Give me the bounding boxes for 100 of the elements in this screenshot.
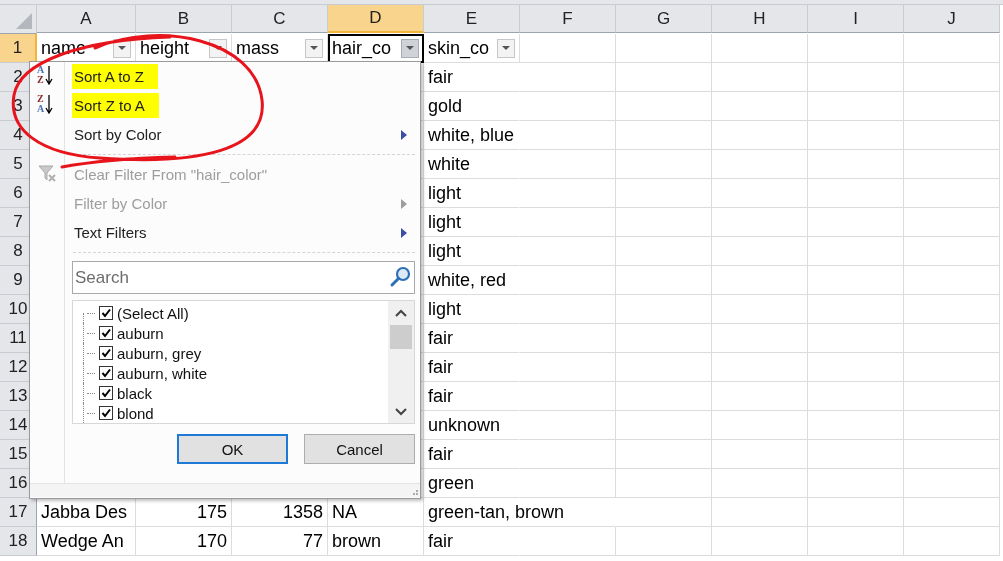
value-label[interactable]: blond bbox=[117, 404, 154, 422]
table-cell[interactable] bbox=[904, 266, 1000, 295]
checkbox[interactable] bbox=[99, 406, 113, 420]
table-cell[interactable] bbox=[616, 237, 712, 266]
table-cell[interactable] bbox=[520, 63, 616, 92]
ok-button[interactable]: OK bbox=[177, 434, 288, 464]
column-header[interactable]: F bbox=[520, 5, 616, 33]
table-cell[interactable] bbox=[808, 208, 904, 237]
value-label[interactable]: auburn bbox=[117, 324, 164, 342]
table-cell[interactable] bbox=[808, 179, 904, 208]
table-cell[interactable] bbox=[712, 179, 808, 208]
table-cell[interactable] bbox=[808, 237, 904, 266]
table-cell[interactable] bbox=[904, 469, 1000, 498]
table-cell[interactable] bbox=[712, 440, 808, 469]
value-label[interactable]: auburn, grey bbox=[117, 344, 202, 362]
table-cell[interactable] bbox=[712, 324, 808, 353]
table-cell[interactable]: light bbox=[424, 179, 520, 208]
table-cell[interactable]: white, blue bbox=[424, 121, 520, 150]
table-cell[interactable]: 77 bbox=[232, 527, 328, 556]
table-cell[interactable] bbox=[520, 411, 616, 440]
search-field[interactable]: Search bbox=[72, 261, 415, 294]
table-cell[interactable] bbox=[616, 411, 712, 440]
table-cell[interactable]: brown bbox=[328, 527, 424, 556]
table-cell[interactable] bbox=[904, 382, 1000, 411]
column-header[interactable]: J bbox=[904, 5, 1000, 33]
header-cell[interactable] bbox=[808, 34, 904, 63]
table-cell[interactable] bbox=[904, 324, 1000, 353]
header-cell[interactable] bbox=[904, 34, 1000, 63]
table-cell[interactable]: fair bbox=[424, 440, 520, 469]
table-cell[interactable] bbox=[520, 150, 616, 179]
table-cell[interactable] bbox=[904, 150, 1000, 179]
column-header[interactable]: B bbox=[136, 5, 232, 33]
header-cell[interactable]: hair_co bbox=[328, 34, 424, 63]
table-cell[interactable] bbox=[904, 179, 1000, 208]
table-cell[interactable] bbox=[520, 295, 616, 324]
table-cell[interactable] bbox=[520, 208, 616, 237]
table-cell[interactable] bbox=[520, 440, 616, 469]
table-cell[interactable] bbox=[808, 121, 904, 150]
table-cell[interactable]: gold bbox=[424, 92, 520, 121]
table-cell[interactable]: fair bbox=[424, 324, 520, 353]
table-cell[interactable] bbox=[520, 469, 616, 498]
table-cell[interactable]: light bbox=[424, 208, 520, 237]
table-cell[interactable] bbox=[616, 295, 712, 324]
table-cell[interactable] bbox=[520, 527, 616, 556]
table-cell[interactable] bbox=[520, 353, 616, 382]
table-cell[interactable] bbox=[616, 121, 712, 150]
table-cell[interactable] bbox=[904, 411, 1000, 440]
table-cell[interactable] bbox=[712, 150, 808, 179]
row-header[interactable]: 1 bbox=[0, 34, 37, 63]
table-cell[interactable] bbox=[712, 498, 808, 527]
table-cell[interactable] bbox=[808, 266, 904, 295]
table-cell[interactable]: green bbox=[424, 469, 520, 498]
table-cell[interactable] bbox=[904, 121, 1000, 150]
table-cell[interactable]: fair bbox=[424, 353, 520, 382]
filter-dropdown-button[interactable] bbox=[401, 38, 419, 58]
row-header[interactable]: 18 bbox=[0, 527, 37, 556]
table-cell[interactable] bbox=[616, 208, 712, 237]
table-cell[interactable] bbox=[904, 237, 1000, 266]
table-cell[interactable] bbox=[808, 411, 904, 440]
table-cell[interactable] bbox=[616, 324, 712, 353]
table-cell[interactable] bbox=[712, 469, 808, 498]
table-cell[interactable] bbox=[616, 469, 712, 498]
table-cell[interactable]: green-tan, brown bbox=[424, 498, 616, 527]
table-cell[interactable] bbox=[712, 353, 808, 382]
table-cell[interactable] bbox=[712, 208, 808, 237]
value-label[interactable]: black bbox=[117, 384, 153, 402]
table-cell[interactable] bbox=[616, 527, 712, 556]
header-cell[interactable] bbox=[616, 34, 712, 63]
table-cell[interactable]: white, red bbox=[424, 266, 520, 295]
table-cell[interactable]: unknown bbox=[424, 411, 520, 440]
table-cell[interactable] bbox=[616, 498, 712, 527]
table-cell[interactable] bbox=[712, 527, 808, 556]
table-cell[interactable] bbox=[616, 266, 712, 295]
table-cell[interactable] bbox=[808, 324, 904, 353]
table-cell[interactable]: fair bbox=[424, 527, 520, 556]
table-cell[interactable] bbox=[520, 324, 616, 353]
table-cell[interactable] bbox=[904, 63, 1000, 92]
table-cell[interactable] bbox=[904, 498, 1000, 527]
table-cell[interactable] bbox=[808, 63, 904, 92]
table-cell[interactable] bbox=[520, 237, 616, 266]
table-cell[interactable] bbox=[808, 295, 904, 324]
table-cell[interactable] bbox=[520, 382, 616, 411]
table-cell[interactable] bbox=[616, 353, 712, 382]
table-cell[interactable] bbox=[808, 150, 904, 179]
menu-item[interactable]: Sort Z to A bbox=[72, 93, 159, 118]
table-cell[interactable] bbox=[616, 382, 712, 411]
table-cell[interactable] bbox=[808, 440, 904, 469]
table-cell[interactable] bbox=[616, 440, 712, 469]
table-cell[interactable] bbox=[616, 150, 712, 179]
table-cell[interactable] bbox=[808, 527, 904, 556]
table-cell[interactable] bbox=[904, 92, 1000, 121]
column-header[interactable]: C bbox=[232, 5, 328, 33]
table-cell[interactable] bbox=[712, 121, 808, 150]
table-cell[interactable]: Wedge An bbox=[37, 527, 136, 556]
table-cell[interactable] bbox=[712, 237, 808, 266]
menu-item[interactable]: Text Filters bbox=[72, 221, 149, 244]
scrollbar-thumb[interactable] bbox=[390, 325, 412, 349]
filter-dropdown-button[interactable] bbox=[497, 38, 515, 58]
table-cell[interactable] bbox=[712, 266, 808, 295]
table-cell[interactable] bbox=[904, 527, 1000, 556]
